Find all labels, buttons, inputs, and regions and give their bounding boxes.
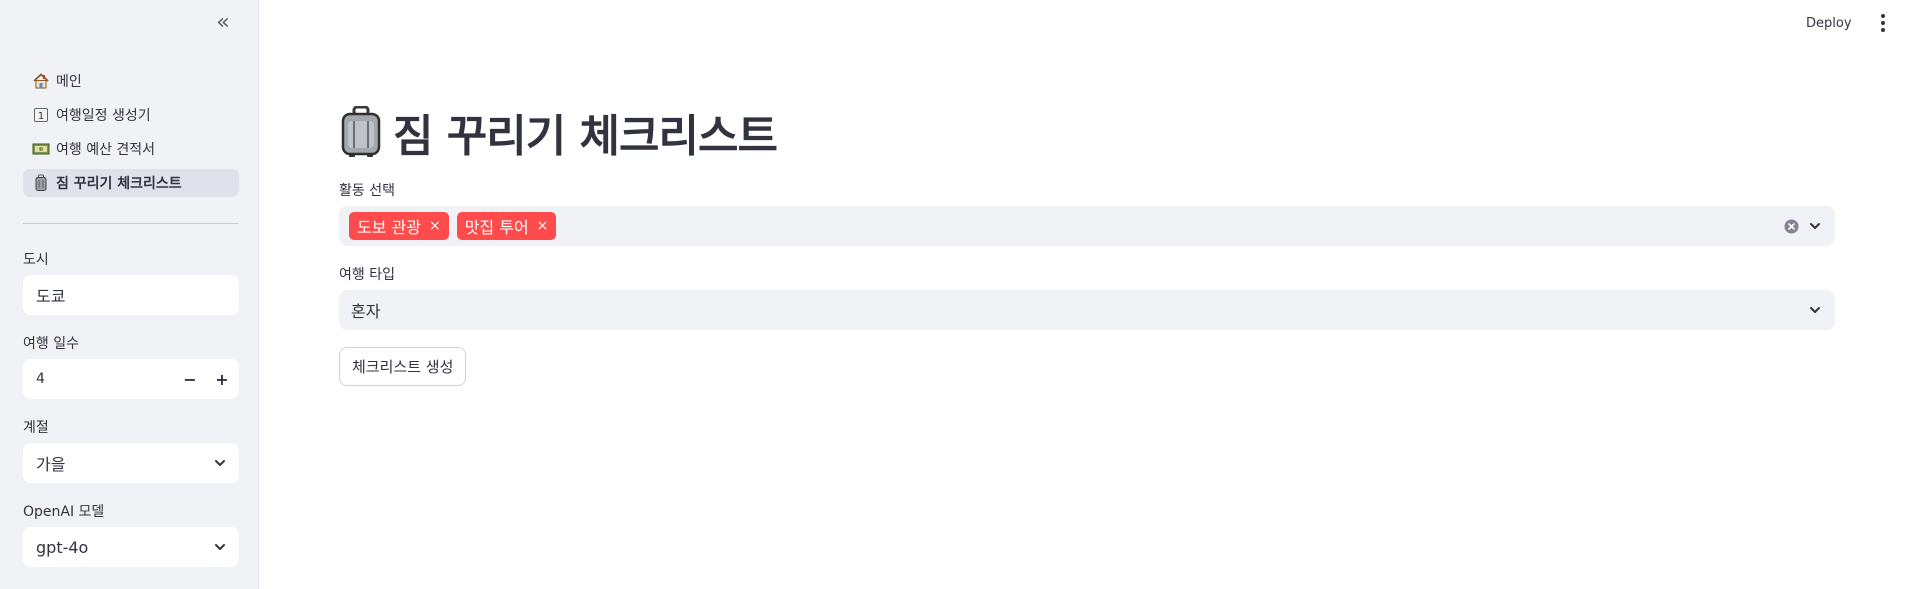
luggage-icon — [341, 106, 381, 157]
activities-field: 활동 선택 도보 관광 × 맛집 투어 × — [339, 180, 1835, 246]
days-number-input[interactable]: 4 − + — [23, 359, 239, 399]
season-field: 계절 가을 — [23, 417, 239, 483]
chevron-down-icon — [215, 544, 225, 550]
app-window: « 메인 1 여행일정 생성기 여행 예산 견적서 짐 꾸리기 체크리스트 도시… — [0, 0, 1917, 589]
remove-tag-icon[interactable]: × — [429, 218, 441, 234]
generate-checklist-button[interactable]: 체크리스트 생성 — [339, 347, 467, 386]
model-value: gpt-4o — [36, 537, 89, 557]
chevron-down-icon — [215, 460, 225, 466]
increment-button[interactable]: + — [206, 359, 238, 399]
clear-all-icon[interactable] — [1784, 219, 1799, 234]
kebab-dot — [1881, 21, 1885, 25]
travel-type-value: 혼자 — [351, 302, 381, 321]
more-menu-icon[interactable] — [1873, 11, 1893, 35]
season-select[interactable]: 가을 — [23, 443, 239, 483]
chevron-down-icon[interactable] — [1808, 219, 1822, 233]
sidebar-nav: 메인 1 여행일정 생성기 여행 예산 견적서 짐 꾸리기 체크리스트 — [23, 67, 239, 203]
calendar-one-icon: 1 — [32, 106, 50, 124]
city-field: 도시 도쿄 — [23, 249, 239, 315]
travel-type-select[interactable]: 혼자 — [339, 290, 1835, 330]
days-label: 여행 일수 — [23, 336, 79, 352]
days-field: 여행 일수 4 − + — [23, 333, 239, 399]
kebab-dot — [1881, 28, 1885, 32]
season-label: 계절 — [23, 420, 49, 436]
collapse-sidebar-icon[interactable]: « — [210, 10, 236, 36]
model-select[interactable]: gpt-4o — [23, 527, 239, 567]
travel-type-field: 여행 타입 혼자 — [339, 264, 1835, 330]
svg-text:1: 1 — [38, 111, 44, 122]
kebab-dot — [1881, 14, 1885, 18]
model-field: OpenAI 모델 gpt-4o — [23, 501, 239, 567]
house-icon — [32, 72, 50, 90]
decrement-button[interactable]: − — [174, 359, 206, 399]
sidebar-divider — [23, 223, 239, 224]
chevron-down-icon — [1810, 307, 1820, 313]
model-label: OpenAI 모델 — [23, 504, 105, 520]
sidebar-item-main[interactable]: 메인 — [23, 67, 239, 95]
sidebar-item-packing[interactable]: 짐 꾸리기 체크리스트 — [23, 169, 239, 197]
activities-multiselect[interactable]: 도보 관광 × 맛집 투어 × — [339, 206, 1835, 246]
city-value: 도쿄 — [36, 287, 66, 306]
sidebar-item-label: 여행일정 생성기 — [56, 108, 151, 124]
sidebar-item-itinerary[interactable]: 1 여행일정 생성기 — [23, 101, 239, 129]
luggage-icon — [32, 174, 50, 192]
city-input[interactable]: 도쿄 — [23, 275, 239, 315]
remove-tag-icon[interactable]: × — [537, 218, 549, 234]
travel-type-label: 여행 타입 — [339, 267, 395, 283]
page-title-text: 짐 꾸리기 체크리스트 — [393, 111, 778, 162]
activity-tag-label: 맛집 투어 — [464, 218, 529, 237]
activity-tag: 맛집 투어 × — [456, 212, 557, 240]
sidebar: « 메인 1 여행일정 생성기 여행 예산 견적서 짐 꾸리기 체크리스트 도시… — [0, 0, 259, 589]
days-value: 4 — [36, 371, 45, 387]
activity-tag: 도보 관광 × — [349, 212, 449, 240]
activities-label: 활동 선택 — [339, 183, 395, 199]
city-label: 도시 — [23, 252, 49, 268]
season-value: 가을 — [36, 455, 66, 474]
sidebar-item-label: 여행 예산 견적서 — [56, 142, 156, 158]
sidebar-item-label: 짐 꾸리기 체크리스트 — [56, 176, 182, 192]
page-title: 짐 꾸리기 체크리스트 — [339, 104, 778, 162]
sidebar-item-label: 메인 — [56, 74, 82, 90]
activity-tag-label: 도보 관광 — [357, 218, 421, 237]
banknote-icon — [32, 140, 50, 158]
deploy-button[interactable]: Deploy — [1806, 11, 1852, 35]
sidebar-item-budget[interactable]: 여행 예산 견적서 — [23, 135, 239, 163]
